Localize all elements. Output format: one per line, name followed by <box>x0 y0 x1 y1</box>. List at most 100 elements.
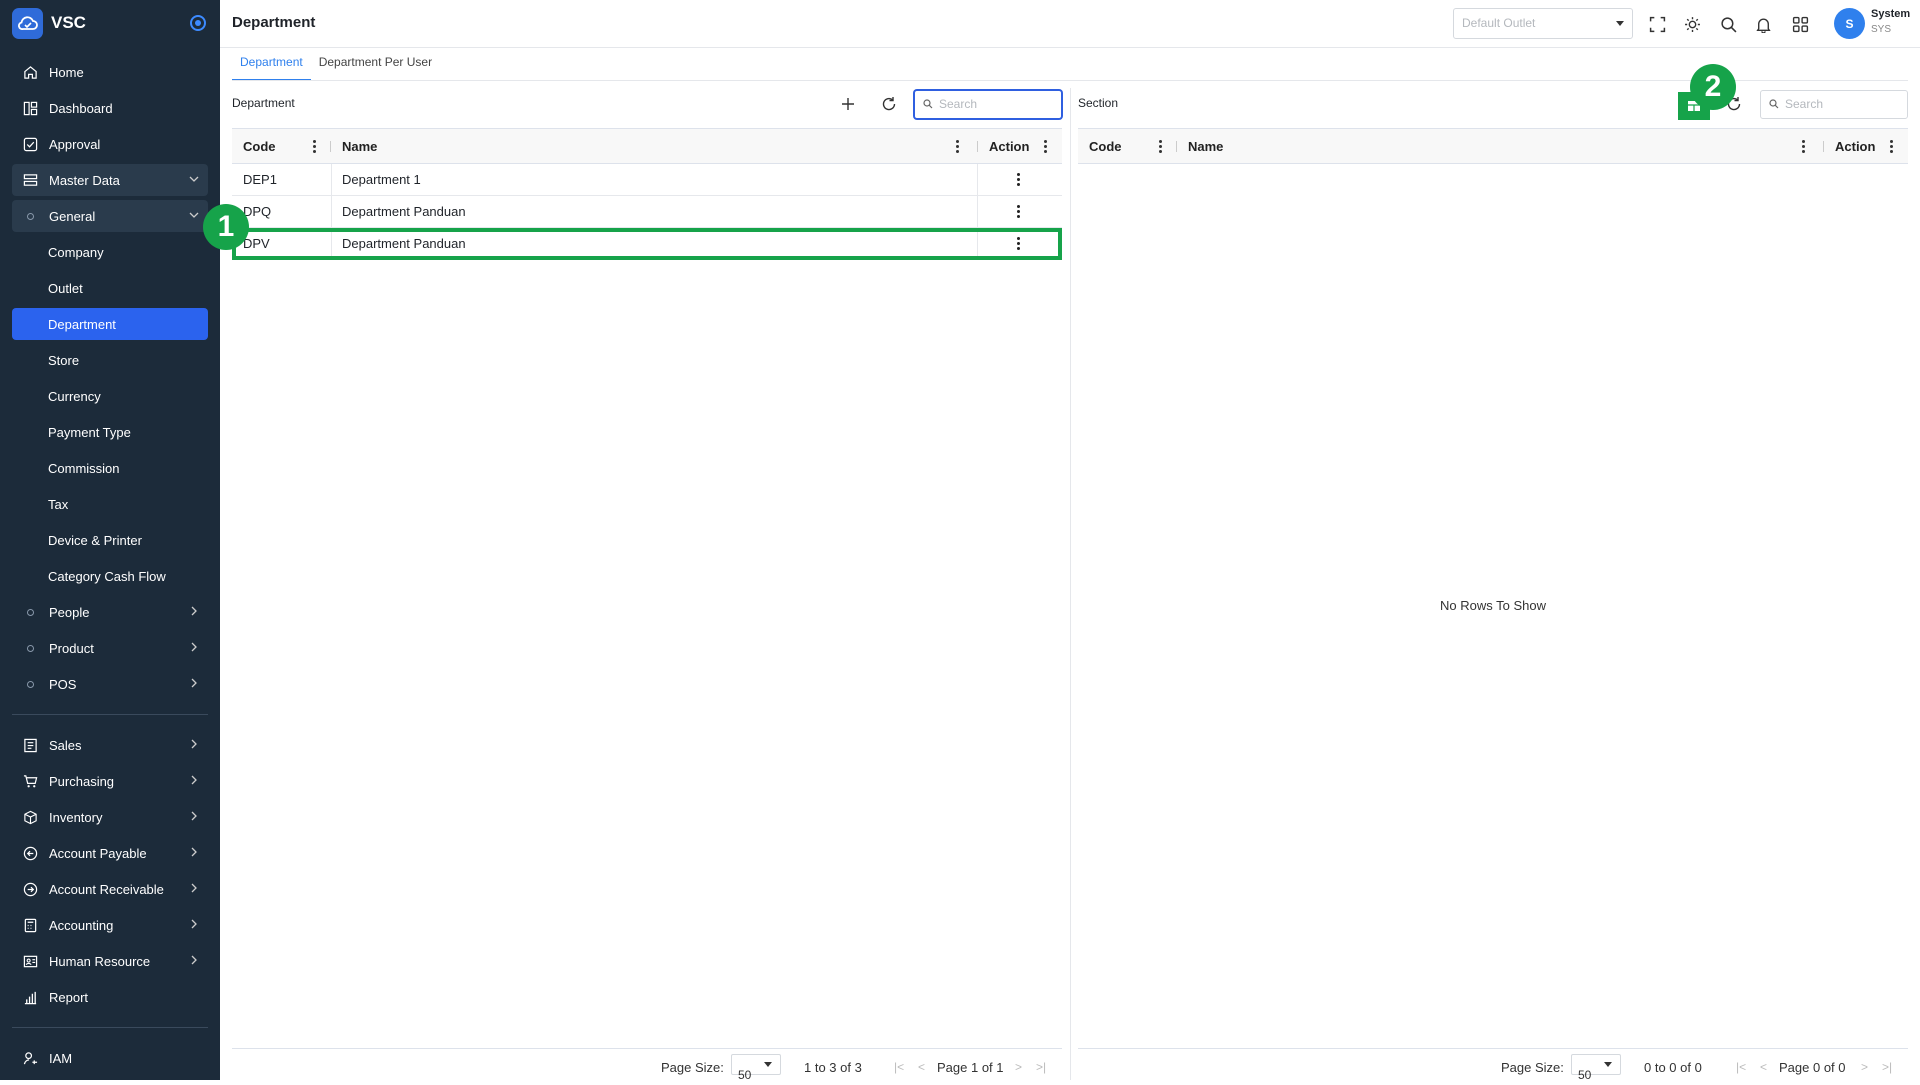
sidebar-item-accounting[interactable]: Accounting <box>12 909 208 941</box>
chevron-right-icon <box>188 738 200 753</box>
cell-name: Department 1 <box>342 172 421 187</box>
column-menu-icon[interactable] <box>313 140 316 153</box>
department-search-input[interactable]: Search <box>914 90 1062 119</box>
tab-divider <box>232 80 1908 81</box>
column-header-code[interactable]: Code <box>232 129 332 164</box>
first-page-icon[interactable]: |< <box>1736 1060 1746 1074</box>
sidebar-item-account-payable[interactable]: Account Payable <box>12 837 208 869</box>
sidebar-item-inventory[interactable]: Inventory <box>12 801 208 833</box>
highlight-row-annotation <box>232 228 1062 260</box>
sidebar-item-product[interactable]: Product <box>12 632 208 664</box>
last-page-icon[interactable]: >| <box>1036 1060 1046 1074</box>
chevron-right-icon <box>188 810 200 825</box>
user-role: SYS <box>1871 24 1892 35</box>
sidebar-item-label: IAM <box>49 1050 73 1066</box>
tab-department-per-user[interactable]: Department Per User <box>311 48 440 81</box>
box-icon <box>20 810 40 825</box>
prev-page-icon[interactable]: < <box>1760 1060 1767 1074</box>
page-size-select[interactable]: 50 <box>1571 1054 1621 1082</box>
sidebar-item-outlet[interactable]: Outlet <box>12 272 208 304</box>
table-row[interactable]: DEP1 Department 1 <box>232 164 1062 196</box>
first-page-icon[interactable]: |< <box>894 1060 904 1074</box>
sidebar-item-category-cash-flow[interactable]: Category Cash Flow <box>12 560 208 592</box>
last-page-icon[interactable]: >| <box>1882 1060 1892 1074</box>
sidebar-item-company[interactable]: Company <box>12 236 208 268</box>
sidebar-item-label: Account Receivable <box>49 881 164 897</box>
sidebar-item-label: Department <box>48 316 116 332</box>
sidebar-item-general[interactable]: General <box>12 200 208 232</box>
next-page-icon[interactable]: > <box>1015 1060 1022 1074</box>
sidebar-item-master-data[interactable]: Master Data <box>12 164 208 196</box>
column-header-action[interactable]: Action <box>978 129 1029 164</box>
column-menu-icon[interactable] <box>1890 140 1893 153</box>
sidebar-item-people[interactable]: People <box>12 596 208 628</box>
sidebar-item-payment-type[interactable]: Payment Type <box>12 416 208 448</box>
circle-bullet-icon <box>20 608 40 616</box>
sidebar-item-human-resource[interactable]: Human Resource <box>12 945 208 977</box>
sidebar-item-currency[interactable]: Currency <box>12 380 208 412</box>
sidebar-item-sales[interactable]: Sales <box>12 729 208 761</box>
row-action-menu-icon[interactable] <box>1017 173 1020 186</box>
sidebar-modules: Sales Purchasing Inventory Account Payab… <box>0 729 220 1013</box>
column-header-name[interactable]: Name <box>331 129 377 164</box>
sidebar-item-label: POS <box>49 676 77 692</box>
sidebar-item-store[interactable]: Store <box>12 344 208 376</box>
sidebar-item-department[interactable]: Department <box>12 308 208 340</box>
column-menu-icon[interactable] <box>1044 140 1047 153</box>
sidebar-item-account-receivable[interactable]: Account Receivable <box>12 873 208 905</box>
page-size-select[interactable]: 50 <box>731 1054 781 1082</box>
sidebar-pin-icon[interactable] <box>190 15 206 31</box>
sidebar-item-label: Approval <box>49 136 101 152</box>
sidebar-item-label: Store <box>48 352 80 368</box>
chevron-right-icon <box>188 641 200 656</box>
column-menu-icon[interactable] <box>1802 140 1805 153</box>
sidebar-item-report[interactable]: Report <box>12 981 208 1013</box>
cell-name: Department Panduan <box>342 204 466 219</box>
next-page-icon[interactable]: > <box>1861 1060 1868 1074</box>
sidebar-item-iam[interactable]: IAM <box>12 1042 208 1074</box>
section-search-input[interactable]: Search <box>1760 90 1908 119</box>
dashboard-icon <box>20 101 40 116</box>
top-header: Department Default Outlet S System SYS <box>220 0 1920 48</box>
sidebar-item-dashboard[interactable]: Dashboard <box>12 92 208 124</box>
sidebar-item-label: General <box>49 208 96 224</box>
sidebar-item-pos[interactable]: POS <box>12 668 208 700</box>
prev-page-icon[interactable]: < <box>918 1060 925 1074</box>
arrow-right-circle-icon <box>20 882 40 897</box>
sidebar-item-device-printer[interactable]: Device & Printer <box>12 524 208 556</box>
cell-divider <box>977 196 978 227</box>
column-menu-icon[interactable] <box>1159 140 1162 153</box>
tab-department[interactable]: Department <box>232 48 311 81</box>
sidebar-item-home[interactable]: Home <box>12 56 208 88</box>
sidebar-item-label: Purchasing <box>49 773 115 789</box>
step-badge-2: 2 <box>1690 64 1736 110</box>
sidebar-item-approval[interactable]: Approval <box>12 128 208 160</box>
theme-sun-icon[interactable] <box>1682 14 1702 34</box>
master-data-icon <box>20 173 40 188</box>
avatar[interactable]: S <box>1834 8 1865 39</box>
add-icon[interactable] <box>838 94 858 114</box>
column-header-action[interactable]: Action <box>1824 129 1875 164</box>
sidebar-item-label: Device & Printer <box>48 532 142 548</box>
page-title: Department <box>232 14 316 31</box>
bell-icon[interactable] <box>1753 14 1773 34</box>
table-row[interactable]: DPQ Department Panduan <box>232 196 1062 228</box>
chevron-right-icon <box>188 677 200 692</box>
sidebar-item-label: Inventory <box>49 809 103 825</box>
row-action-menu-icon[interactable] <box>1017 205 1020 218</box>
refresh-icon[interactable] <box>879 94 899 114</box>
sidebar-item-label: Outlet <box>48 280 83 296</box>
sidebar-item-commission[interactable]: Commission <box>12 452 208 484</box>
apps-grid-icon[interactable] <box>1790 14 1810 34</box>
page-size-label: Page Size: <box>1501 1060 1564 1075</box>
column-header-code[interactable]: Code <box>1078 129 1122 164</box>
sidebar-item-purchasing[interactable]: Purchasing <box>12 765 208 797</box>
column-header-name[interactable]: Name <box>1177 129 1223 164</box>
logo[interactable]: VSC <box>0 0 220 46</box>
sidebar-item-label: Dashboard <box>49 100 113 116</box>
search-icon[interactable] <box>1718 14 1738 34</box>
sidebar-item-tax[interactable]: Tax <box>12 488 208 520</box>
fullscreen-icon[interactable] <box>1647 14 1667 34</box>
outlet-select[interactable]: Default Outlet <box>1453 8 1633 39</box>
column-menu-icon[interactable] <box>956 140 959 153</box>
